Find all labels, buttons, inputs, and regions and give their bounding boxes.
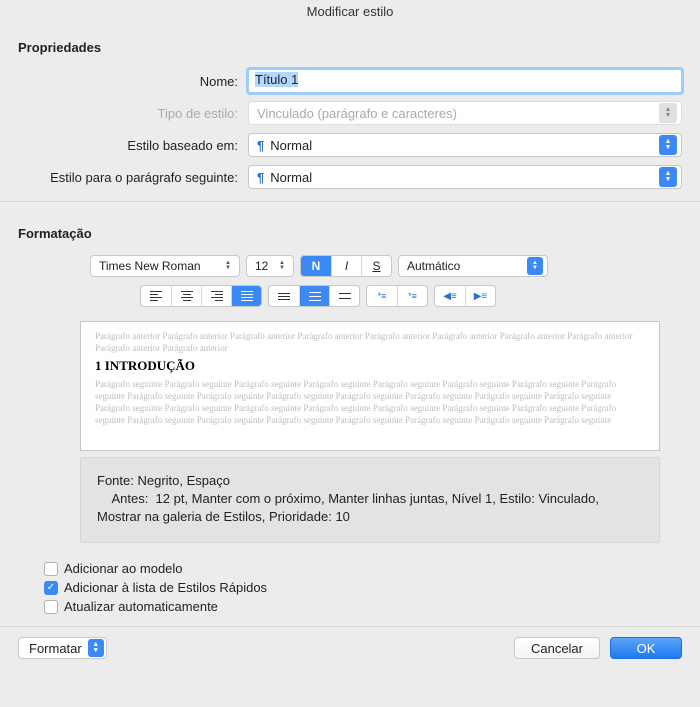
font-color-select[interactable]: Autmático▲▼ [398,255,548,277]
chevron-updown-icon: ▲▼ [527,257,543,275]
font-size-select[interactable]: 12▲▼ [246,255,294,277]
add-quick-checkbox[interactable]: ✓ [44,581,58,595]
style-description: Fonte: Negrito, Espaço Antes: 12 pt, Man… [80,457,660,543]
name-label: Nome: [18,74,248,89]
align-left-button[interactable] [141,286,171,306]
modify-style-dialog: Modificar estilo Propriedades Nome: Títu… [0,0,700,675]
based-on-label: Estilo baseado em: [18,138,248,153]
align-right-button[interactable] [201,286,231,306]
dialog-title: Modificar estilo [0,0,700,24]
add-template-checkbox[interactable] [44,562,58,576]
underline-button[interactable]: S [361,256,391,276]
font-select[interactable]: Times New Roman▲▼ [90,255,240,277]
style-type-label: Tipo de estilo: [18,106,248,121]
bold-button[interactable]: N [301,256,331,276]
chevron-updown-icon: ▲▼ [221,261,235,271]
spacing-2-button[interactable] [329,286,359,306]
chevron-updown-icon: ▲▼ [275,261,289,271]
spacing-1-button[interactable] [269,286,299,306]
align-justify-button[interactable] [231,286,261,306]
chevron-updown-icon: ▲▼ [659,135,677,155]
spacing-group [268,285,360,307]
preview-heading: 1 INTRODUÇÃO [95,358,645,374]
next-para-value: Normal [270,170,312,185]
style-type-value: Vinculado (parágrafo e caracteres) [257,106,457,121]
chevron-updown-icon: ▲▼ [659,167,677,187]
style-preview: Parágrafo anterior Parágrafo anterior Pa… [80,321,660,451]
chevron-updown-icon: ▲▼ [88,639,104,657]
auto-update-checkbox[interactable] [44,600,58,614]
cancel-button[interactable]: Cancelar [514,637,600,659]
indent-group: ◀≡ ▶≡ [434,285,496,307]
preview-prev-text: Parágrafo anterior Parágrafo anterior Pa… [95,330,645,354]
add-quick-label: Adicionar à lista de Estilos Rápidos [64,580,267,595]
next-para-label: Estilo para o parágrafo seguinte: [18,170,248,185]
decrease-before-button[interactable]: *≡ [397,286,427,306]
next-para-select[interactable]: ¶ Normal ▲▼ [248,165,682,189]
desc-line1: Fonte: Negrito, Espaço [97,472,643,490]
add-template-label: Adicionar ao modelo [64,561,183,576]
align-center-button[interactable] [171,286,201,306]
based-on-value: Normal [270,138,312,153]
paragraph-icon: ¶ [257,170,264,185]
preview-next-text: Parágrafo seguinte Parágrafo seguinte Pa… [95,378,645,426]
desc-line2: Antes: 12 pt, Manter com o próximo, Mant… [97,490,643,526]
increase-before-button[interactable]: *≡ [367,286,397,306]
format-menu-button[interactable]: Formatar ▲▼ [18,637,107,659]
style-type-select: Vinculado (parágrafo e caracteres) ▲▼ [248,101,682,125]
based-on-select[interactable]: ¶ Normal ▲▼ [248,133,682,157]
align-group [140,285,262,307]
formatting-toolbar: Times New Roman▲▼ 12▲▼ N I S Autmático▲▼ [0,251,700,281]
chevron-updown-icon: ▲▼ [659,103,677,123]
formatting-heading: Formatação [0,210,700,251]
divider [0,201,700,202]
ok-button[interactable]: OK [610,637,682,659]
name-input[interactable]: Título 1 [248,69,682,93]
italic-button[interactable]: I [331,256,361,276]
increase-indent-button[interactable]: ▶≡ [465,286,495,306]
properties-heading: Propriedades [0,24,700,65]
auto-update-label: Atualizar automaticamente [64,599,218,614]
paragraph-icon: ¶ [257,138,264,153]
decrease-indent-button[interactable]: ◀≡ [435,286,465,306]
spacing-1-5-button[interactable] [299,286,329,306]
font-style-group: N I S [300,255,392,277]
para-spacing-group: *≡ *≡ [366,285,428,307]
